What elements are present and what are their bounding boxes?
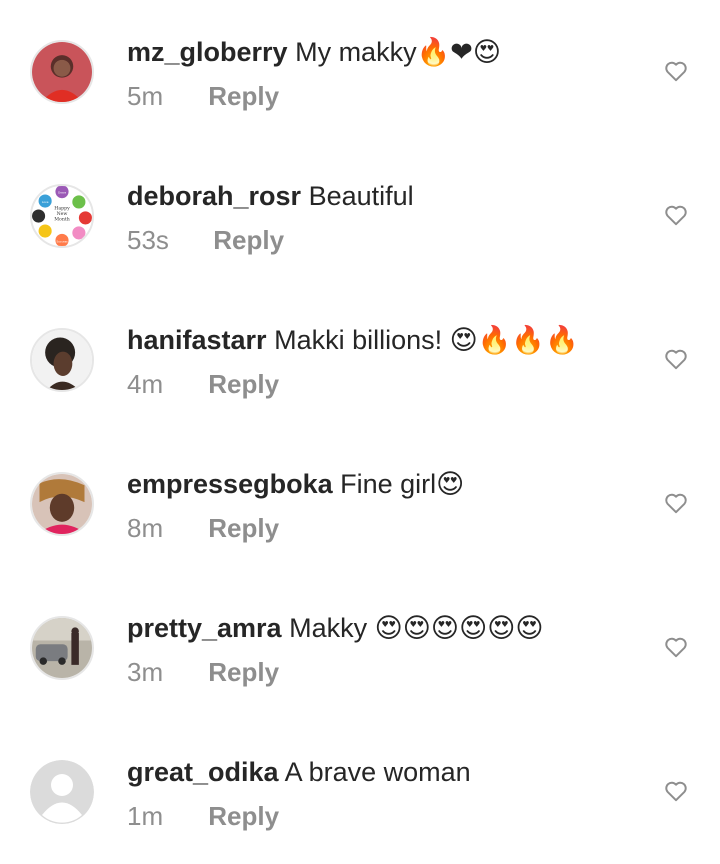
comment-meta: 3m Reply — [127, 656, 279, 688]
avatar-story-text: Success — [56, 239, 68, 243]
comment-body: Makki billions! — [274, 325, 443, 355]
avatar-story-text: New — [57, 211, 68, 217]
comment-username[interactable]: hanifastarr — [127, 325, 267, 355]
comment-username[interactable]: empressegboka — [127, 469, 333, 499]
comment-username[interactable]: mz_globerry — [127, 37, 288, 67]
reply-button[interactable]: Reply — [208, 657, 279, 687]
heart-outline-icon[interactable] — [663, 58, 689, 84]
avatar-photo — [32, 330, 92, 390]
comment-meta: 4m Reply — [127, 368, 279, 400]
avatar-story-text: Happy — [54, 205, 70, 211]
avatar[interactable] — [30, 616, 94, 680]
avatar[interactable] — [30, 328, 94, 392]
comment-username[interactable]: pretty_amra — [127, 613, 282, 643]
heart-outline-icon[interactable] — [663, 778, 689, 804]
comment-time: 53s — [127, 225, 169, 255]
avatar-photo — [32, 42, 92, 102]
comment-emoji: 😍🔥🔥🔥 — [449, 325, 579, 356]
comment-emoji: 😍😍😍😍😍😍 — [374, 613, 544, 644]
comment-body: Beautiful — [308, 181, 414, 211]
heart-outline-icon[interactable] — [663, 346, 689, 372]
comment-row: hanifastarr Makki billions! 😍🔥🔥🔥 4m Repl… — [0, 288, 720, 432]
heart-outline-icon[interactable] — [663, 490, 689, 516]
comment-row: empressegboka Fine girl😍 8m Reply — [0, 432, 720, 576]
comment-text-line: mz_globerry My makky🔥❤😍 — [127, 35, 501, 70]
comment-text-line: empressegboka Fine girl😍 — [127, 467, 464, 502]
avatar[interactable]: Happy New Month Love Grace Success — [30, 184, 94, 248]
comment-time: 1m — [127, 801, 164, 831]
comment-text-line: hanifastarr Makki billions! 😍🔥🔥🔥 — [127, 323, 579, 358]
comment-row: Happy New Month Love Grace Success debor… — [0, 144, 720, 288]
reply-button[interactable]: Reply — [208, 369, 279, 399]
reply-button[interactable]: Reply — [213, 225, 284, 255]
reply-button[interactable]: Reply — [208, 513, 279, 543]
avatar-photo — [32, 618, 92, 678]
comment-row: pretty_amra Makky 😍😍😍😍😍😍 3m Reply — [0, 576, 720, 720]
avatar[interactable] — [30, 472, 94, 536]
comment-username[interactable]: deborah_rosr — [127, 181, 301, 211]
comment-text-line: deborah_rosr Beautiful — [127, 179, 414, 214]
avatar-story-text: Grace — [58, 191, 67, 195]
comment-time: 8m — [127, 513, 164, 543]
avatar-story-text: Love — [42, 200, 49, 204]
comment-body: Makky — [289, 613, 368, 643]
reply-button[interactable]: Reply — [208, 801, 279, 831]
avatar-photo — [32, 474, 92, 534]
comment-body: Fine girl — [340, 469, 437, 499]
avatar[interactable] — [30, 40, 94, 104]
comment-meta: 1m Reply — [127, 800, 279, 832]
default-avatar-icon[interactable] — [30, 760, 94, 824]
heart-outline-icon[interactable] — [663, 202, 689, 228]
comment-text-line: pretty_amra Makky 😍😍😍😍😍😍 — [127, 611, 544, 646]
comment-time: 5m — [127, 81, 164, 111]
reply-button[interactable]: Reply — [208, 81, 279, 111]
comment-meta: 5m Reply — [127, 80, 279, 112]
comment-time: 3m — [127, 657, 164, 687]
comment-emoji: 😍 — [436, 469, 465, 500]
comment-row: great_odika A brave woman 1m Reply — [0, 720, 720, 864]
default-avatar-icon — [30, 760, 94, 824]
comment-meta: 8m Reply — [127, 512, 279, 544]
heart-outline-icon[interactable] — [663, 634, 689, 660]
comment-emoji: 🔥❤😍 — [416, 37, 501, 68]
avatar-story-text: Month — [54, 217, 70, 223]
comment-body: A brave woman — [284, 757, 471, 787]
comment-meta: 53s Reply — [127, 224, 284, 256]
comment-username[interactable]: great_odika — [127, 757, 279, 787]
comment-body: My makky — [295, 37, 417, 67]
comment-time: 4m — [127, 369, 164, 399]
comment-text-line: great_odika A brave woman — [127, 755, 471, 790]
comment-row: mz_globerry My makky🔥❤😍 5m Reply — [0, 0, 720, 144]
avatar-story-graphic: Happy New Month Love Grace Success — [32, 186, 92, 246]
